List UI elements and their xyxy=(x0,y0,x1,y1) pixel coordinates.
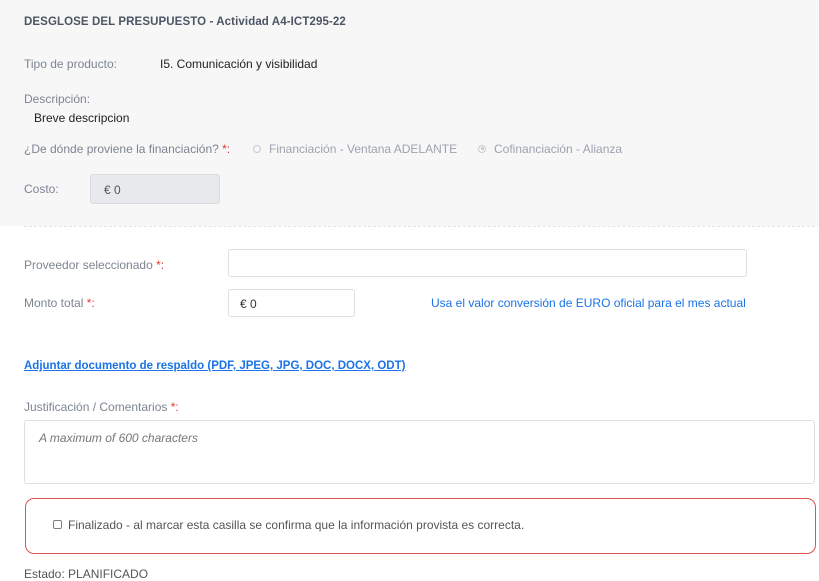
radio-checked-icon[interactable] xyxy=(478,144,486,153)
provider-label: Proveedor seleccionado xyxy=(24,258,153,272)
cost-label: Costo: xyxy=(24,182,59,196)
radio-unchecked-icon[interactable] xyxy=(253,144,261,153)
attach-document-link[interactable]: Adjuntar documento de respaldo (PDF, JPE… xyxy=(24,360,405,372)
funding-option-ventana[interactable]: Financiación - Ventana ADELANTE xyxy=(253,142,457,156)
funding-option-alianza[interactable]: Cofinanciación - Alianza xyxy=(478,142,622,156)
total-amount-value: € 0 xyxy=(240,297,257,311)
justification-placeholder: A maximum of 600 characters xyxy=(39,431,198,445)
required-mark: *: xyxy=(170,400,179,414)
euro-conversion-link[interactable]: Usa el valor conversión de EURO oficial … xyxy=(431,296,746,310)
total-label-row: Monto total *: xyxy=(24,296,95,310)
description-value: Breve descripcion xyxy=(34,111,130,125)
required-mark: *: xyxy=(222,142,231,156)
finalizado-label: Finalizado - al marcar esta casilla se c… xyxy=(68,518,525,532)
page-title: DESGLOSE DEL PRESUPUESTO - Actividad A4-… xyxy=(24,16,346,28)
justification-label: Justificación / Comentarios xyxy=(24,400,168,414)
total-label: Monto total xyxy=(24,296,84,310)
section-divider xyxy=(24,226,815,227)
cost-field: € 0 xyxy=(90,174,220,204)
funding-question: ¿De dónde proviene la financiación? *: xyxy=(24,142,230,156)
total-amount-input[interactable]: € 0 xyxy=(228,289,355,317)
justification-label-row: Justificación / Comentarios *: xyxy=(24,400,179,414)
finalizado-checkbox-row[interactable]: Finalizado - al marcar esta casilla se c… xyxy=(53,518,524,532)
required-mark: *: xyxy=(86,296,95,310)
checkbox-icon[interactable] xyxy=(53,520,62,530)
product-type-label: Tipo de producto: xyxy=(24,57,117,71)
confirmation-box: Finalizado - al marcar esta casilla se c… xyxy=(25,498,816,554)
funding-label: ¿De dónde proviene la financiación? xyxy=(24,142,219,156)
funding-option-label: Cofinanciación - Alianza xyxy=(494,142,623,156)
provider-label-row: Proveedor seleccionado *: xyxy=(24,258,164,272)
provider-input[interactable] xyxy=(228,249,747,277)
description-label: Descripción: xyxy=(24,92,91,106)
funding-option-label: Financiación - Ventana ADELANTE xyxy=(269,142,458,156)
status-text: Estado: PLANIFICADO xyxy=(24,567,149,581)
justification-textarea[interactable]: A maximum of 600 characters xyxy=(24,420,815,484)
product-type-value: I5. Comunicación y visibilidad xyxy=(160,57,318,71)
required-mark: *: xyxy=(156,258,165,272)
